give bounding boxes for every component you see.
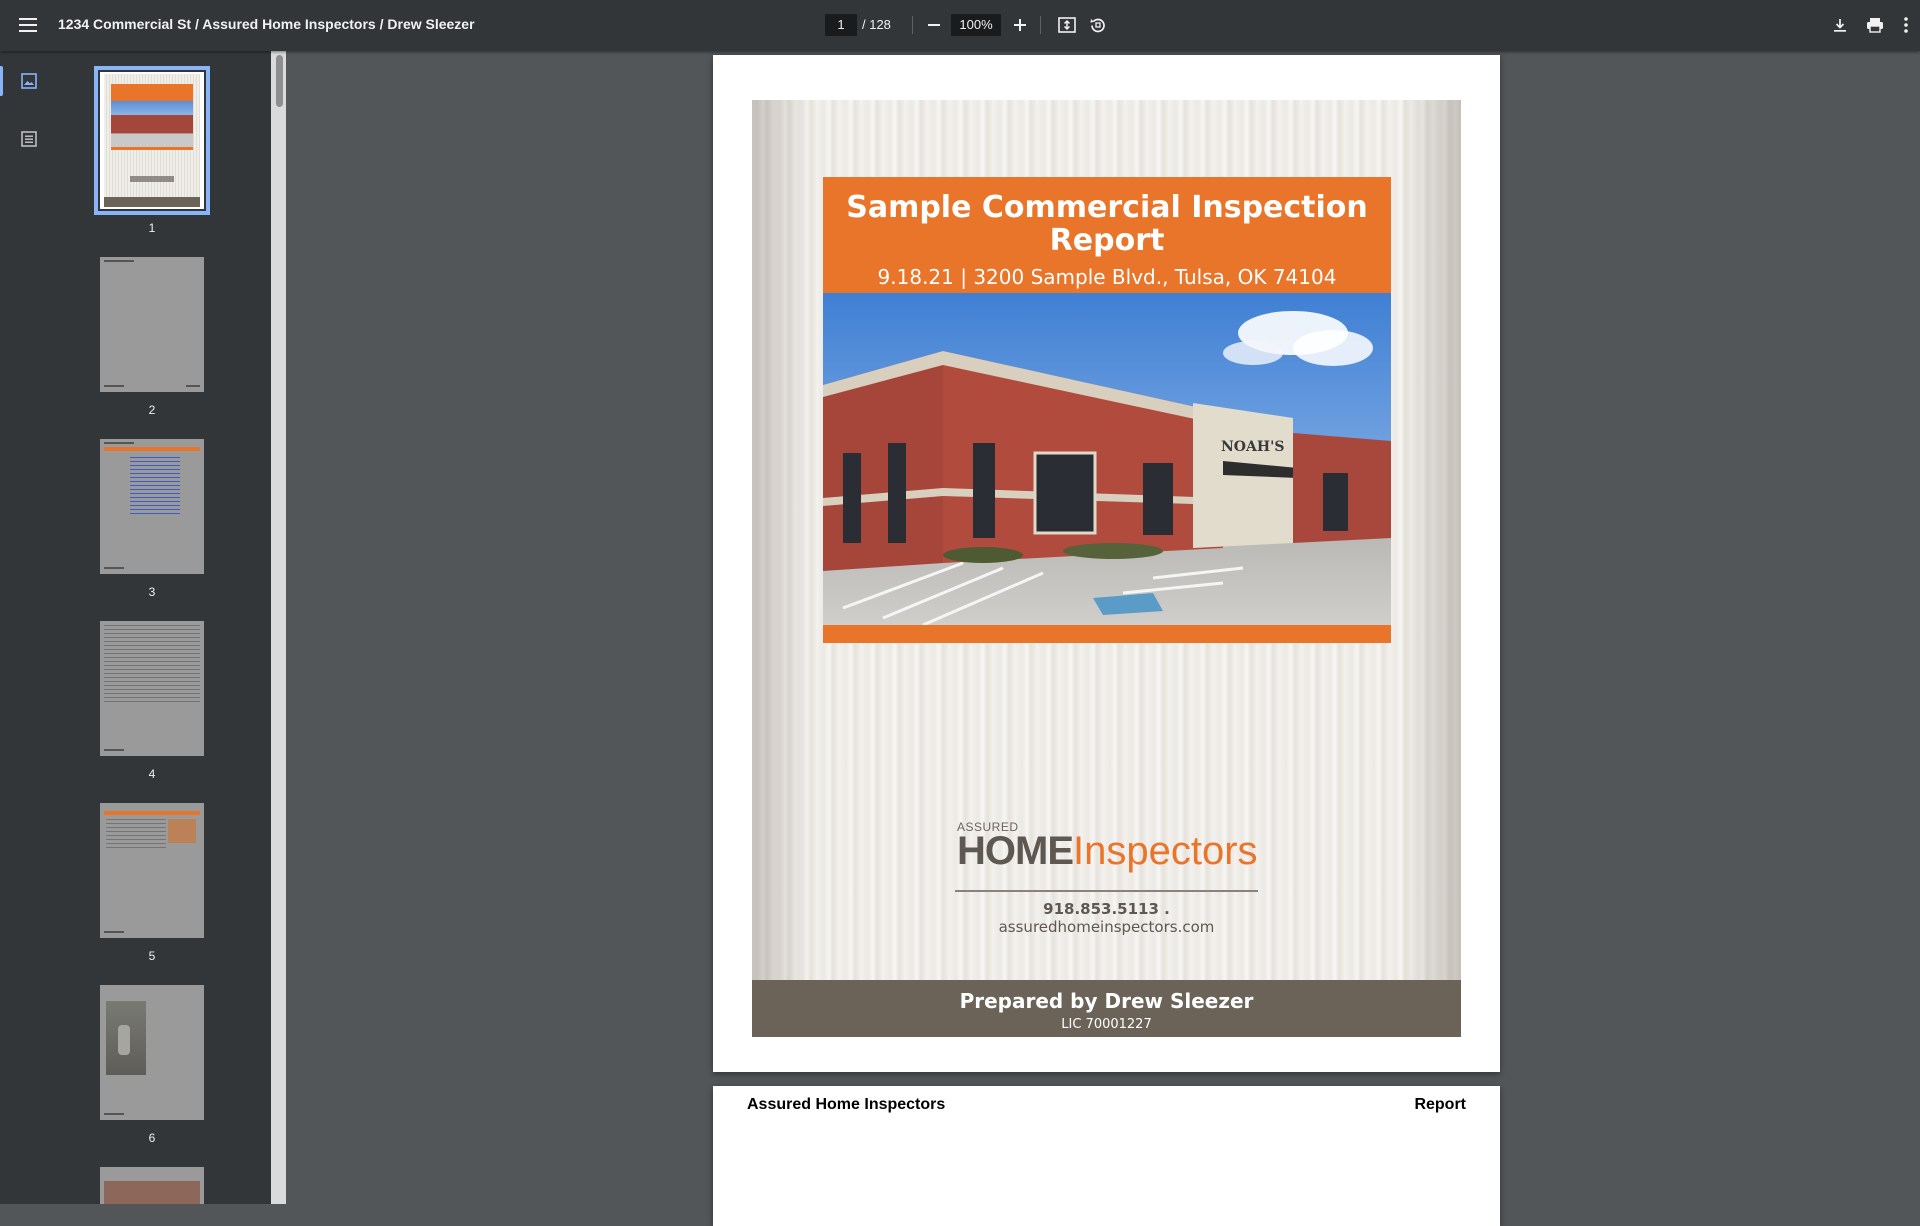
document-outline-icon: [21, 131, 37, 147]
zoom-out-button[interactable]: [922, 13, 946, 37]
fit-page-button[interactable]: [1055, 13, 1079, 37]
page-thumbnail[interactable]: [100, 803, 204, 938]
company-phone: 918.853.5113 .: [1043, 900, 1170, 918]
thumbnail-page-number: 1: [148, 221, 156, 235]
thumbnail-scrollbar[interactable]: [271, 51, 286, 1204]
download-icon: [1834, 19, 1846, 32]
thumbnail-page-number: 5: [148, 949, 156, 963]
page-thumbnail[interactable]: [100, 439, 204, 574]
scrollbar-thumb[interactable]: [276, 55, 283, 107]
print-button[interactable]: [1862, 13, 1888, 37]
print-icon: [1867, 18, 1883, 33]
title-banner: Sample Commercial Inspection Report 9.18…: [823, 177, 1391, 293]
hamburger-icon: [19, 18, 37, 32]
cover-page: Sample Commercial Inspection Report 9.18…: [752, 100, 1461, 1037]
thumbnail-page-number: 6: [148, 1131, 156, 1145]
photo-bottom-strip: [823, 625, 1391, 643]
logo-divider: [955, 890, 1258, 892]
building-photo-image: NOAH'S: [823, 293, 1391, 625]
report-title: Sample Commercial Inspection Report: [846, 190, 1368, 258]
zoom-level-input[interactable]: 100%: [951, 14, 1001, 36]
thumbnail-panel: 1 2 3 4 5 6: [58, 51, 271, 1204]
page-thumbnail[interactable]: [100, 257, 204, 392]
outline-view-button[interactable]: [16, 127, 42, 151]
more-vertical-icon: [1904, 17, 1908, 33]
thumbnail-page-number: 3: [148, 585, 156, 599]
prepared-by-text: Prepared by Drew Sleezer: [959, 989, 1254, 1013]
menu-button[interactable]: [14, 13, 42, 37]
rotate-counterclockwise-icon: [1090, 18, 1105, 33]
pdf-toolbar: 1234 Commercial St / Assured Home Inspec…: [0, 0, 1920, 51]
page-thumbnail[interactable]: [100, 621, 204, 756]
plus-icon: [1014, 19, 1026, 31]
image-thumbnail-icon: [21, 73, 37, 89]
logo-home-text: HOME: [957, 829, 1074, 873]
page-thumbnail[interactable]: [100, 1167, 204, 1204]
thumbnail-page-number: 4: [148, 767, 156, 781]
page-thumbnail[interactable]: [100, 985, 204, 1120]
sidebar-rail: [0, 51, 58, 1204]
page-total: / 128: [862, 17, 891, 32]
logo-inspectors-text: Inspectors: [1073, 829, 1258, 873]
pdf-page-1: Sample Commercial Inspection Report 9.18…: [713, 55, 1500, 1072]
building-photo: NOAH'S: [823, 293, 1391, 625]
company-logo: ASSURED HOMEInspectors: [957, 820, 1267, 873]
document-title: 1234 Commercial St / Assured Home Inspec…: [58, 16, 475, 32]
page-number-input[interactable]: 1: [825, 14, 857, 36]
zoom-in-button[interactable]: [1008, 13, 1032, 37]
thumbnails-view-button[interactable]: [16, 69, 42, 93]
active-indicator: [0, 66, 3, 96]
pdf-page-2: Assured Home Inspectors Report: [713, 1086, 1500, 1226]
page-header-report: Report: [1414, 1096, 1466, 1113]
download-button[interactable]: [1828, 13, 1852, 37]
toolbar-divider: [912, 16, 913, 34]
license-number: LIC 70001227: [1061, 1017, 1152, 1032]
page-thumbnail[interactable]: [94, 66, 210, 215]
more-actions-button[interactable]: [1898, 13, 1914, 37]
page-header-company: Assured Home Inspectors: [747, 1096, 946, 1113]
report-subtitle: 9.18.21 | 3200 Sample Blvd., Tulsa, OK 7…: [877, 265, 1337, 289]
building-sign-text: NOAH'S: [1221, 439, 1284, 455]
toolbar-divider: [1040, 16, 1041, 34]
prepared-by-band: Prepared by Drew Sleezer LIC 70001227: [752, 980, 1461, 1037]
minus-icon: [928, 24, 940, 26]
company-website: assuredhomeinspectors.com: [998, 918, 1215, 936]
rotate-button[interactable]: [1086, 13, 1110, 37]
thumbnail-page-number: 2: [148, 403, 156, 417]
fit-to-page-icon: [1058, 17, 1076, 33]
